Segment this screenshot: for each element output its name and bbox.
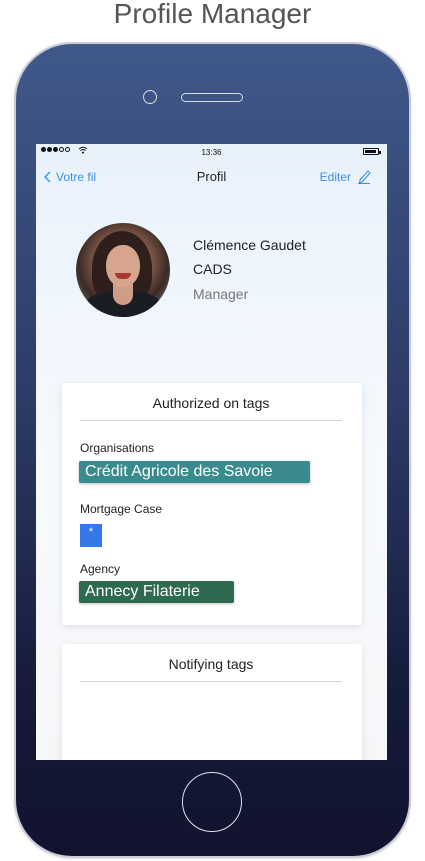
avatar [76,223,170,317]
status-bar: 13:36 [36,144,387,160]
speaker-icon [181,93,243,102]
authorized-tags-card: Authorized on tags Organisations Crédit … [62,383,362,625]
edit-button[interactable]: Editer [320,169,371,184]
page-title: Profile Manager [113,0,312,29]
battery-icon [363,148,381,155]
status-time: 13:36 [201,148,222,157]
organisations-tag[interactable]: Crédit Agricole des Savoie [79,461,310,483]
authorized-tags-title: Authorized on tags [80,395,342,421]
agency-tag[interactable]: Annecy Filaterie [79,581,234,603]
notifying-tags-card: Notifying tags [62,644,362,760]
profile-company: CADS [193,261,232,277]
phone-frame: 13:36 Votre fil Profil Editer Clémence G… [16,44,409,856]
camera-icon [143,90,157,104]
profile-name: Clémence Gaudet [193,237,306,253]
mortgage-case-label: Mortgage Case [80,502,163,516]
phone-screen: 13:36 Votre fil Profil Editer Clémence G… [36,144,387,760]
profile-role: Manager [193,286,249,302]
edit-button-label: Editer [319,169,351,184]
agency-label: Agency [80,562,121,576]
mortgage-case-tag[interactable]: * [80,524,102,547]
profile-info: Clémence Gaudet CADS Manager [193,237,306,302]
organisations-label: Organisations [80,441,155,455]
notifying-tags-title: Notifying tags [80,656,342,682]
pencil-icon [358,170,371,184]
home-button[interactable] [182,772,242,832]
nav-bar: Votre fil Profil Editer [36,160,387,192]
